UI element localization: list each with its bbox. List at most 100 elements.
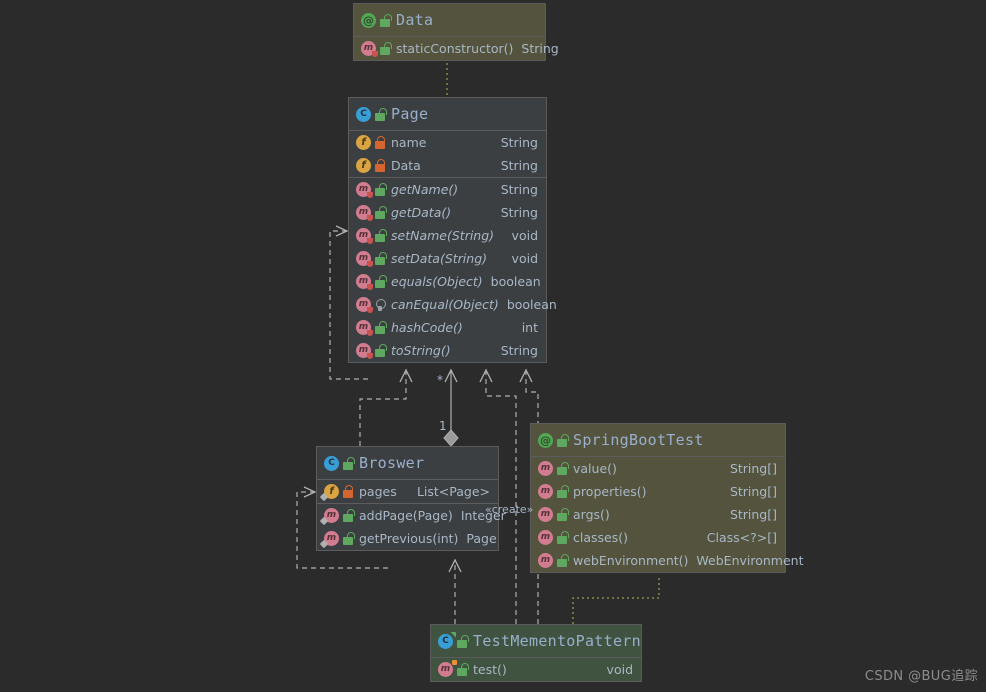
edge-testmemento-to-broswer: [448, 558, 462, 624]
edge-label-create-stereotype: «create»: [485, 503, 534, 516]
member-type: void: [511, 251, 538, 266]
field-icon: f: [319, 484, 339, 502]
member-row[interactable]: m properties() String[]: [531, 480, 785, 503]
class-header-springboottest[interactable]: @ SpringBootTest: [531, 424, 785, 457]
method-icon: m: [538, 530, 553, 545]
member-name: setName(String): [391, 228, 495, 243]
member-name: canEqual(Object): [391, 297, 499, 312]
method-icon: m: [538, 484, 553, 499]
member-row[interactable]: m classes() Class<?>[]: [531, 526, 785, 549]
member-row[interactable]: f Data String: [349, 154, 546, 177]
diagram-canvas: @ Data m staticConstructor() String C Page f nam…: [0, 0, 986, 692]
public-lock-icon: [375, 275, 387, 288]
public-lock-icon: [375, 252, 387, 265]
annotation-icon: @: [361, 12, 376, 28]
private-lock-icon: [375, 136, 386, 149]
class-header-testmementopattern[interactable]: C TestMementoPattern: [431, 625, 641, 658]
uml-class-data[interactable]: @ Data m staticConstructor() String: [353, 3, 559, 61]
method-icon: m: [538, 507, 553, 522]
public-lock-icon: [380, 13, 392, 27]
member-type: String: [500, 182, 538, 197]
member-name: properties(): [573, 484, 647, 499]
override-marker-icon: [367, 284, 373, 290]
member-row[interactable]: m canEqual(Object) boolean: [349, 293, 557, 316]
member-row[interactable]: m value() String[]: [531, 457, 785, 480]
public-lock-icon: [457, 663, 469, 676]
member-name: setData(String): [391, 251, 488, 266]
member-row[interactable]: m toString() String: [349, 339, 546, 362]
public-lock-icon: [375, 183, 387, 196]
private-lock-icon: [343, 485, 354, 498]
method-icon: m: [356, 297, 373, 313]
class-section: f name String f Data String: [349, 131, 546, 177]
class-header-data[interactable]: @ Data: [354, 4, 545, 37]
member-name: getPrevious(int): [359, 531, 459, 546]
member-row[interactable]: m equals(Object) boolean: [349, 270, 546, 293]
public-lock-icon: [557, 531, 569, 544]
uml-class-broswer[interactable]: C Broswer f pages List<Page> m addPage(Page) In…: [316, 446, 506, 551]
member-name: addPage(Page): [359, 508, 453, 523]
edge-broswer-to-page: [359, 368, 413, 446]
member-row[interactable]: m test() void: [431, 658, 641, 681]
method-icon: m: [319, 531, 339, 549]
method-icon: m: [356, 251, 373, 267]
override-marker-icon: [372, 51, 378, 57]
class-icon: C: [356, 106, 371, 122]
member-type: String: [521, 41, 559, 56]
member-name: Data: [391, 158, 421, 173]
edge-label-mult-one: 1: [439, 419, 447, 433]
member-row[interactable]: m getName() String: [349, 178, 546, 201]
class-section: m addPage(Page) Integer m getPrevious(int) Pa…: [317, 503, 506, 550]
override-marker-icon: [367, 330, 373, 336]
member-row[interactable]: m webEnvironment() WebEnvironment: [531, 549, 804, 572]
uml-class-page[interactable]: C Page f name String f Data String m getName() Str…: [348, 97, 557, 363]
member-type: String[]: [729, 507, 777, 522]
member-name: staticConstructor(): [396, 41, 514, 56]
member-row[interactable]: m hashCode() int: [349, 316, 546, 339]
public-lock-icon: [375, 344, 387, 357]
edge-broswer-aggregation-page: [443, 368, 459, 447]
member-name: classes(): [573, 530, 628, 545]
uml-class-testmementopattern[interactable]: C TestMementoPattern m test() void: [430, 624, 642, 682]
class-title: Page: [391, 105, 429, 123]
member-name: getData(): [391, 205, 452, 220]
class-title: Data: [396, 11, 434, 29]
override-marker-icon: [367, 353, 373, 359]
member-row[interactable]: f pages List<Page>: [317, 480, 498, 503]
member-row[interactable]: m staticConstructor() String: [354, 37, 559, 60]
public-lock-icon: [457, 634, 469, 648]
member-name: test(): [473, 662, 507, 677]
method-icon: m: [438, 660, 457, 677]
method-icon: m: [538, 461, 553, 476]
class-section: f pages List<Page>: [317, 480, 498, 503]
member-row[interactable]: f name String: [349, 131, 546, 154]
member-name: hashCode(): [391, 320, 463, 335]
method-icon: m: [538, 553, 553, 568]
member-type: int: [521, 320, 538, 335]
override-marker-icon: [367, 238, 373, 244]
class-section: m staticConstructor() String: [354, 37, 559, 60]
member-row[interactable]: m args() String[]: [531, 503, 785, 526]
uml-class-springboottest[interactable]: @ SpringBootTest m value() String[] m properti…: [530, 423, 804, 573]
member-row[interactable]: m getData() String: [349, 201, 546, 224]
member-name: getName(): [391, 182, 459, 197]
override-marker-icon: [367, 261, 373, 267]
public-lock-icon: [557, 433, 569, 447]
public-lock-icon: [557, 485, 569, 498]
member-row[interactable]: m addPage(Page) Integer: [317, 504, 506, 527]
member-row[interactable]: m setData(String) void: [349, 247, 546, 270]
class-section: m getName() String m getData() String m setName…: [349, 177, 557, 362]
public-lock-icon: [380, 42, 392, 55]
public-lock-icon: [375, 107, 387, 121]
method-icon: m: [361, 41, 378, 57]
member-type: void: [511, 228, 538, 243]
method-icon: m: [319, 508, 339, 526]
edge-springboottest-to-testmemento: [572, 578, 660, 624]
class-header-page[interactable]: C Page: [349, 98, 546, 131]
member-type: String[]: [729, 484, 777, 499]
class-header-broswer[interactable]: C Broswer: [317, 447, 498, 480]
class-icon: C: [324, 455, 339, 471]
member-type: WebEnvironment: [696, 553, 804, 568]
member-row[interactable]: m getPrevious(int) Page: [317, 527, 498, 550]
member-row[interactable]: m setName(String) void: [349, 224, 546, 247]
